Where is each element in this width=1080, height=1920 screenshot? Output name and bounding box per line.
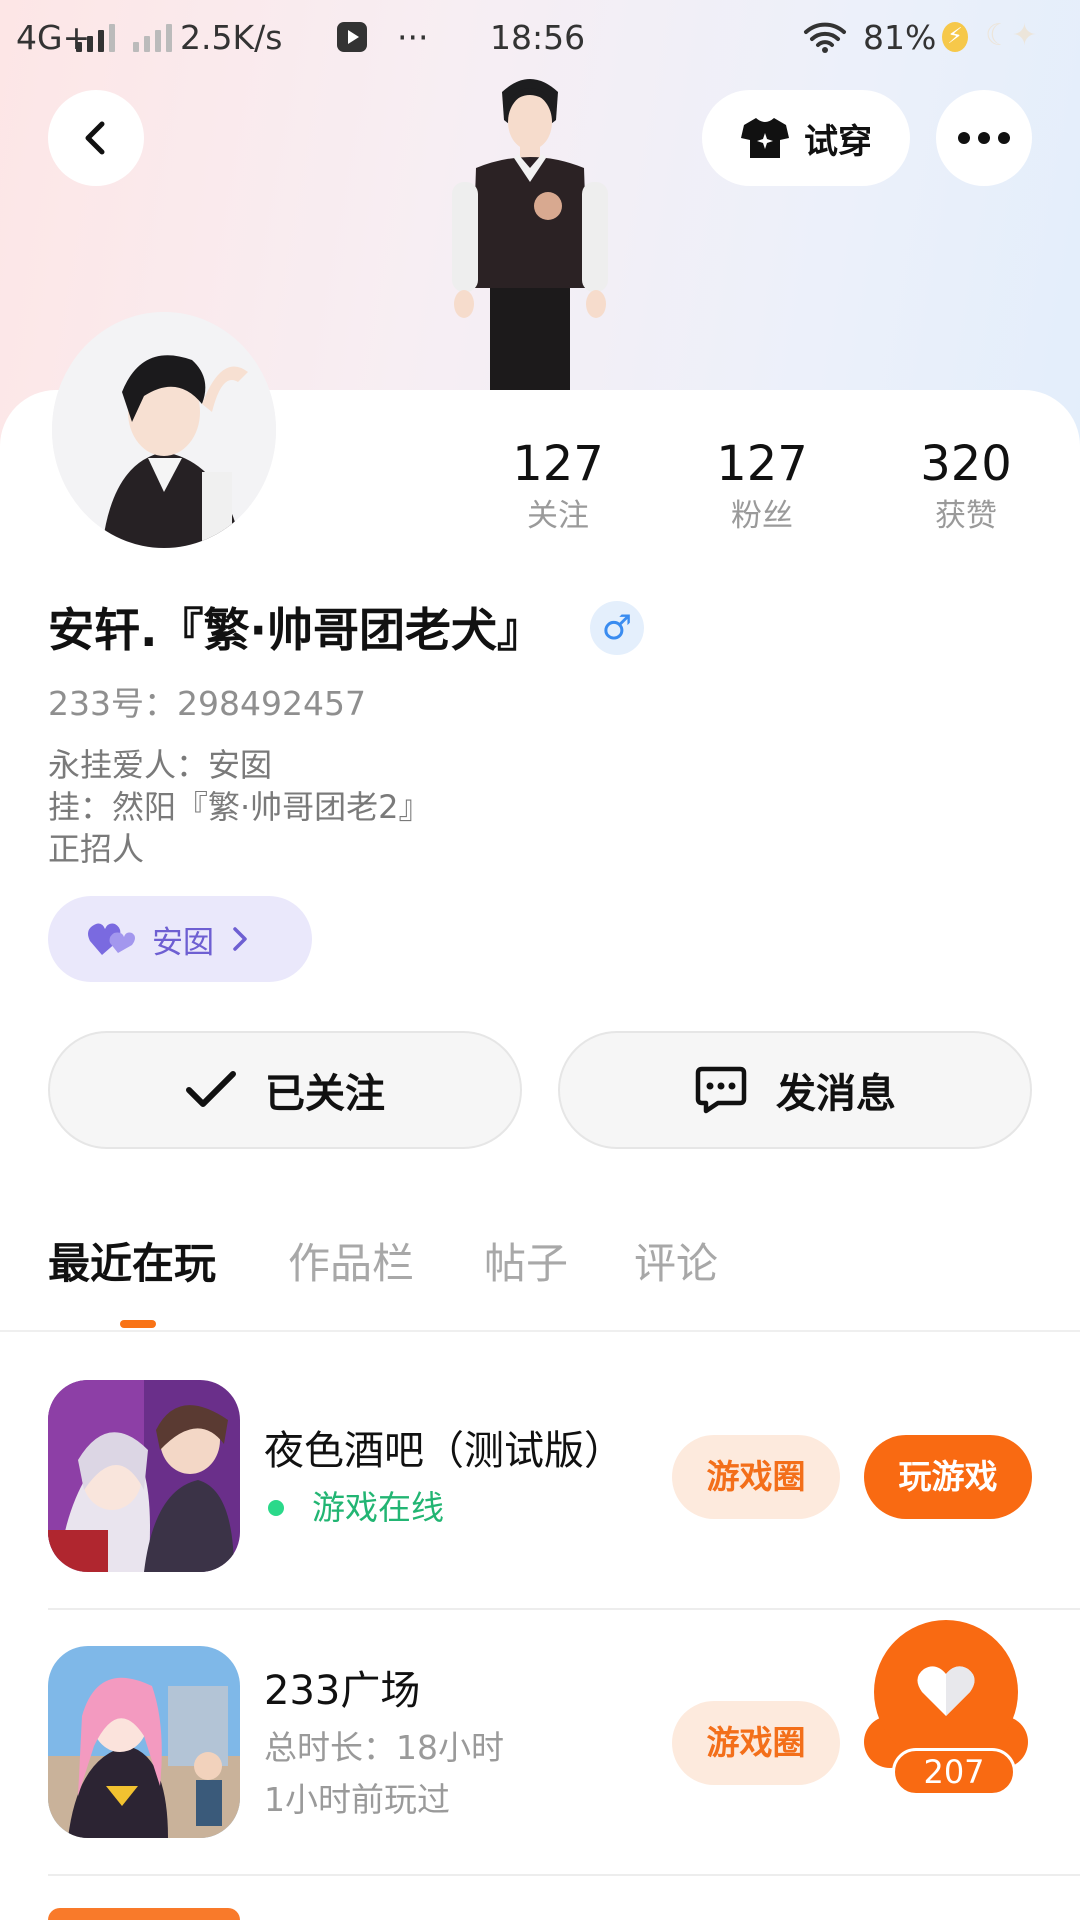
followers-stat[interactable]: 127 粉丝: [682, 434, 842, 538]
avatar[interactable]: [52, 312, 276, 548]
following-count: 127: [512, 436, 604, 492]
game-icon[interactable]: [48, 1380, 240, 1572]
more-button[interactable]: [936, 90, 1032, 186]
tab-recently-played[interactable]: 最近在玩: [48, 1236, 216, 1292]
heart-icon: [917, 1666, 975, 1716]
last-played: 1小时前玩过: [264, 1780, 450, 1819]
media-play-icon: [337, 22, 367, 52]
bio-line: 正招人: [48, 830, 145, 868]
status-bar: 4G+ 2.5K/s ··· 18:56 81% ⚡ ☾✦: [0, 0, 1080, 76]
network-speed: 2.5K/s: [180, 18, 283, 57]
game-circle-button[interactable]: 游戏圈: [672, 1435, 840, 1519]
chevron-right-icon: [233, 927, 247, 951]
tab-indicator: [120, 1320, 156, 1328]
avatar-image: [52, 312, 276, 548]
try-on-button[interactable]: 试穿: [702, 90, 910, 186]
game-title[interactable]: 233广场: [264, 1664, 420, 1718]
chat-bubble-icon: [695, 1066, 747, 1114]
signal-icon: [76, 22, 115, 52]
following-label: 关注: [527, 498, 589, 534]
user-id[interactable]: 233号：298492457: [48, 682, 366, 726]
game-icon[interactable]: [48, 1646, 240, 1838]
more-horizontal-icon: [958, 132, 1010, 144]
play-game-button[interactable]: 玩游戏: [864, 1435, 1032, 1519]
game-online-status: 游戏在线: [312, 1488, 444, 1527]
heart-pair-icon: [88, 923, 135, 955]
game-title[interactable]: 夜色酒吧（测试版）: [264, 1424, 624, 1478]
following-stat[interactable]: 127 关注: [478, 434, 638, 538]
status-more: ···: [397, 18, 429, 57]
tab-works[interactable]: 作品栏: [288, 1236, 414, 1292]
send-message-button[interactable]: 发消息: [558, 1031, 1032, 1149]
battery-percent: 81%: [863, 18, 937, 57]
charging-icon: ⚡: [942, 22, 968, 52]
likes-stat[interactable]: 320 获赞: [886, 434, 1046, 538]
likes-label: 获赞: [935, 498, 997, 534]
tshirt-icon: [741, 118, 789, 158]
row-divider: [48, 1608, 1080, 1610]
nightclub-game-icon: [48, 1380, 240, 1572]
bio-line: 永挂爱人：安囡: [48, 746, 273, 784]
check-icon: [186, 1071, 236, 1107]
followers-count: 127: [716, 436, 808, 492]
following-button[interactable]: 已关注: [48, 1031, 522, 1149]
likes-count: 320: [920, 436, 1012, 492]
3d-avatar-figure: [452, 79, 608, 392]
send-message-label: 发消息: [776, 1071, 896, 1117]
bio-line: 挂：然阳『繁·帅哥团老2』: [48, 788, 431, 826]
plaza-game-icon: [48, 1646, 240, 1838]
clock: 18:56: [490, 18, 586, 57]
bio: 永挂爱人：安囡 挂：然阳『繁·帅哥团老2』 正招人: [48, 744, 431, 870]
like-fab[interactable]: 207: [862, 1620, 1030, 1800]
signal-secondary-icon: [133, 22, 172, 52]
couple-name: 安囡: [152, 924, 214, 961]
try-on-label: 试穿: [804, 121, 872, 162]
couple-chip[interactable]: 安囡: [48, 896, 312, 982]
following-button-label: 已关注: [265, 1071, 385, 1117]
online-status-icon: [268, 1500, 284, 1516]
tabs-divider: [0, 1330, 1080, 1332]
username: 安轩.『繁·帅哥团老犬』: [48, 603, 543, 657]
chevron-left-icon: [85, 121, 105, 155]
tab-posts[interactable]: 帖子: [484, 1236, 568, 1292]
game-circle-button[interactable]: 游戏圈: [672, 1701, 840, 1785]
back-button[interactable]: [48, 90, 144, 186]
play-duration: 总时长：18小时: [264, 1728, 504, 1767]
male-gender-icon: ♂: [590, 601, 644, 655]
followers-label: 粉丝: [731, 498, 793, 534]
next-list-item-peek: [48, 1908, 240, 1920]
wifi-icon: [804, 22, 846, 53]
tab-comments[interactable]: 评论: [634, 1236, 718, 1292]
row-divider: [48, 1874, 1080, 1876]
moon-icon: ☾✦: [985, 18, 1038, 53]
like-count: 207: [892, 1748, 1016, 1796]
